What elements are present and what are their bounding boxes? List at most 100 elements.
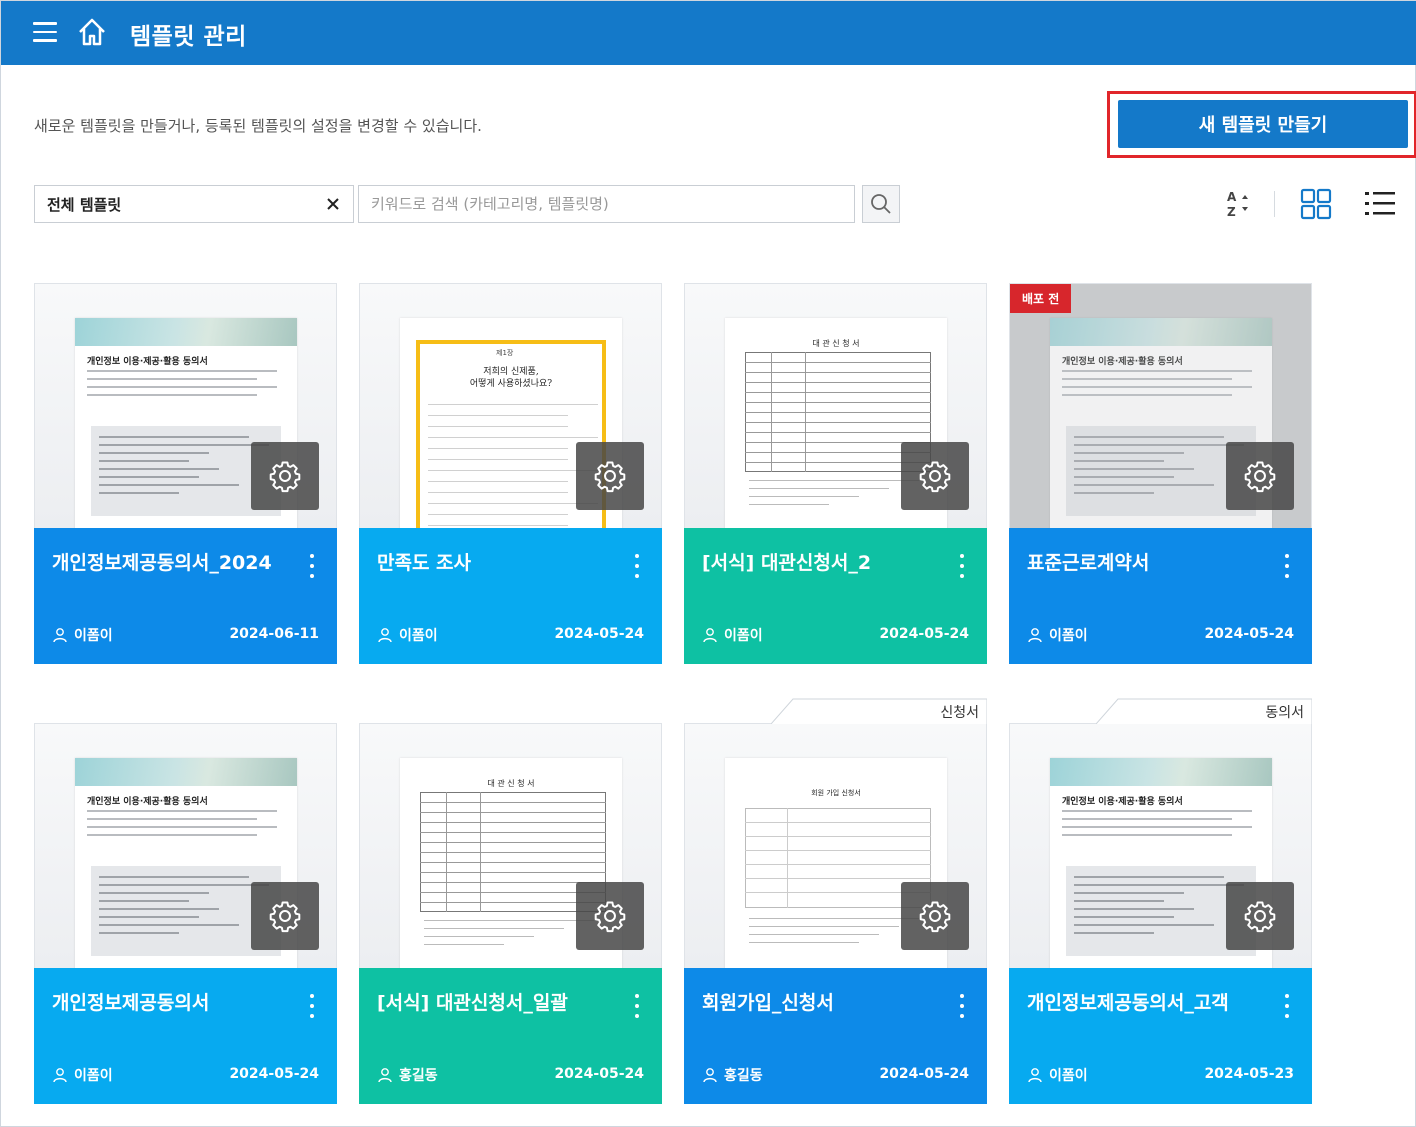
card-author: 이폼이 <box>52 625 113 645</box>
list-view-icon[interactable] <box>1363 187 1397 221</box>
card-author: 이폼이 <box>1027 1065 1088 1085</box>
more-options-icon[interactable] <box>952 552 972 580</box>
card-author: 홍길동 <box>702 1065 763 1085</box>
card-title: [서식] 대관신청서_일괄 <box>377 992 568 1014</box>
card-title: 회원가입_신청서 <box>702 992 834 1014</box>
template-card[interactable]: 대 관 신 청 서 [서식] 대관신청서_일괄 홍길동 2024-05-24 <box>359 723 662 1104</box>
template-card[interactable]: 대 관 신 청 서 [서식] 대관신청서_2 이폼이 2024-05-24 <box>684 283 987 664</box>
template-thumbnail: 제1장 저희의 신제품, 어떻게 사용하셨나요? <box>360 284 661 528</box>
more-options-icon[interactable] <box>1277 552 1297 580</box>
author-name: 이폼이 <box>74 628 113 644</box>
author-name: 이폼이 <box>74 1068 113 1084</box>
new-template-button[interactable]: 새 템플릿 만들기 <box>1118 100 1408 148</box>
search-button[interactable] <box>862 185 900 223</box>
card-date: 2024-05-23 <box>1204 1066 1294 1082</box>
gear-icon[interactable] <box>576 442 644 510</box>
card-date: 2024-05-24 <box>229 1066 319 1082</box>
card-author: 이폼이 <box>52 1065 113 1085</box>
gear-icon[interactable] <box>576 882 644 950</box>
card-date: 2024-05-24 <box>879 626 969 642</box>
card-info: 개인정보제공동의서_고객 이폼이 2024-05-23 <box>1009 968 1312 1104</box>
template-thumbnail: 회원 가입 신청서 <box>685 724 986 968</box>
card-date: 2024-06-11 <box>229 626 319 642</box>
template-thumbnail: 개인정보 이용·제공·활용 동의서 <box>35 284 336 528</box>
template-card[interactable]: 개인정보 이용·제공·활용 동의서 개인정보제공동의서 이폼이 2024-05-… <box>34 723 337 1104</box>
svg-text:A: A <box>1227 190 1237 204</box>
template-card[interactable]: 배포 전 개인정보 이용·제공·활용 동의서 표준근로계약서 이폼이 2024-0… <box>1009 283 1312 664</box>
card-info: 만족도 조사 이폼이 2024-05-24 <box>359 528 662 664</box>
template-card[interactable]: 신청서회원 가입 신청서 회원가입_신청서 홍길동 2024-05-24 <box>684 698 987 1104</box>
template-card[interactable]: 동의서개인정보 이용·제공·활용 동의서 개인정보제공동의서_고객 이폼이 20… <box>1009 698 1312 1104</box>
card-info: 개인정보제공동의서_2024 이폼이 2024-06-11 <box>34 528 337 664</box>
template-filter-select[interactable]: 전체 템플릿 <box>34 185 354 223</box>
page-title: 템플릿 관리 <box>130 24 247 50</box>
filter-selected-label: 전체 템플릿 <box>47 195 122 214</box>
new-template-highlight: 새 템플릿 만들기 <box>1107 91 1416 158</box>
template-thumbnail: 대 관 신 청 서 <box>685 284 986 528</box>
clear-filter-icon[interactable] <box>323 194 343 214</box>
card-title: [서식] 대관신청서_2 <box>702 552 872 574</box>
more-options-icon[interactable] <box>302 992 322 1020</box>
user-icon <box>53 628 67 643</box>
author-name: 이폼이 <box>399 628 438 644</box>
card-info: 회원가입_신청서 홍길동 2024-05-24 <box>684 968 987 1104</box>
template-card[interactable]: 제1장 저희의 신제품, 어떻게 사용하셨나요? 만족도 조사 이폼이 2024-0… <box>359 283 662 664</box>
more-options-icon[interactable] <box>952 992 972 1020</box>
template-card[interactable]: 개인정보 이용·제공·활용 동의서 개인정보제공동의서_2024 이폼이 202… <box>34 283 337 664</box>
author-name: 이폼이 <box>1049 628 1088 644</box>
card-title: 표준근로계약서 <box>1027 552 1150 574</box>
search-input[interactable] <box>358 185 855 223</box>
user-icon <box>1028 628 1042 643</box>
more-options-icon[interactable] <box>627 552 647 580</box>
gear-icon[interactable] <box>1226 442 1294 510</box>
card-author: 이폼이 <box>377 625 438 645</box>
top-bar: 템플릿 관리 <box>1 1 1416 65</box>
card-title: 개인정보제공동의서_2024 <box>52 552 272 574</box>
user-icon <box>703 1068 717 1083</box>
more-options-icon[interactable] <box>1277 992 1297 1020</box>
doc-title: 대 관 신 청 서 <box>487 779 535 788</box>
gear-icon[interactable] <box>251 442 319 510</box>
card-author: 홍길동 <box>377 1065 438 1085</box>
author-name: 홍길동 <box>724 1068 763 1084</box>
more-options-icon[interactable] <box>627 992 647 1020</box>
gear-icon[interactable] <box>901 882 969 950</box>
grid-view-icon[interactable] <box>1299 187 1333 221</box>
author-name: 이폼이 <box>724 628 763 644</box>
sort-az-icon[interactable]: A Z <box>1223 187 1259 221</box>
card-author: 이폼이 <box>702 625 763 645</box>
card-info: [서식] 대관신청서_일괄 홍길동 2024-05-24 <box>359 968 662 1104</box>
doc-title: 대 관 신 청 서 <box>812 339 860 348</box>
category-tag-label: 동의서 <box>1265 705 1304 721</box>
category-tag: 신청서 <box>771 698 987 724</box>
author-name: 홍길동 <box>399 1068 438 1084</box>
user-icon <box>378 628 392 643</box>
category-tag: 동의서 <box>1096 698 1312 724</box>
status-badge: 배포 전 <box>1010 284 1072 313</box>
menu-icon[interactable] <box>33 22 57 42</box>
card-title: 개인정보제공동의서_고객 <box>1027 992 1229 1014</box>
category-tag-label: 신청서 <box>940 705 979 721</box>
user-icon <box>1028 1068 1042 1083</box>
template-thumbnail: 개인정보 이용·제공·활용 동의서 <box>1010 724 1311 968</box>
user-icon <box>53 1068 67 1083</box>
card-info: [서식] 대관신청서_2 이폼이 2024-05-24 <box>684 528 987 664</box>
card-date: 2024-05-24 <box>554 1066 644 1082</box>
template-thumbnail: 대 관 신 청 서 <box>360 724 661 968</box>
gear-icon[interactable] <box>901 442 969 510</box>
template-thumbnail: 개인정보 이용·제공·활용 동의서 <box>35 724 336 968</box>
card-title: 만족도 조사 <box>377 552 472 574</box>
toolbar-divider <box>1274 191 1275 217</box>
user-icon <box>703 628 717 643</box>
home-icon[interactable] <box>77 17 107 47</box>
doc-subtitle: 어떻게 사용하셨나요? <box>469 379 553 389</box>
card-title: 개인정보제공동의서 <box>52 992 210 1014</box>
gear-icon[interactable] <box>1226 882 1294 950</box>
doc-title: 회원 가입 신청서 <box>811 789 861 797</box>
svg-text:Z: Z <box>1227 205 1236 219</box>
gear-icon[interactable] <box>251 882 319 950</box>
doc-title: 개인정보 이용·제공·활용 동의서 <box>1062 357 1183 367</box>
card-info: 개인정보제공동의서 이폼이 2024-05-24 <box>34 968 337 1104</box>
more-options-icon[interactable] <box>302 552 322 580</box>
doc-title: 개인정보 이용·제공·활용 동의서 <box>87 797 208 807</box>
